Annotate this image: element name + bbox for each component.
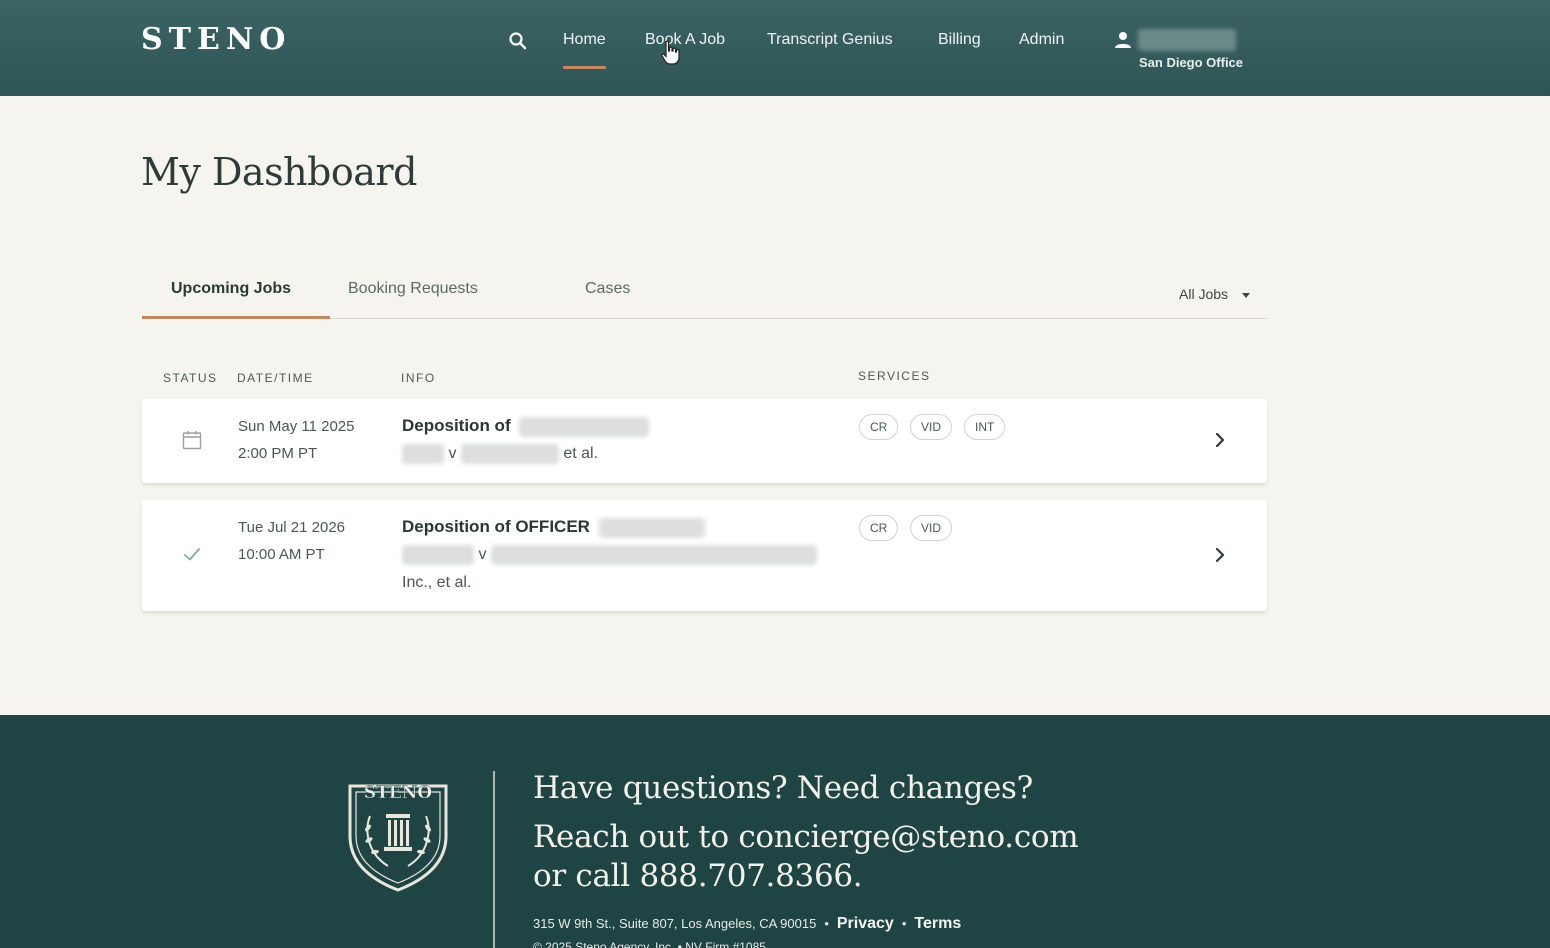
job-time: 2:00 PM PT <box>238 445 318 462</box>
et-al-text: et al. <box>563 445 599 463</box>
tab-upcoming-jobs[interactable]: Upcoming Jobs <box>171 280 291 298</box>
service-badge-cr: CR <box>859 414 899 440</box>
calendar-icon <box>182 431 202 450</box>
job-date: Sun May 11 2025 <box>238 418 355 435</box>
page-title: My Dashboard <box>141 150 417 194</box>
job-row[interactable]: Sun May 11 2025 2:00 PM PT Deposition of… <box>142 399 1267 483</box>
office-name[interactable]: San Diego Office <box>1139 55 1243 70</box>
top-navigation-bar: STENO Home Book A Job Transcript Genius … <box>0 0 1550 96</box>
column-header-status: STATUS <box>163 371 218 385</box>
job-title: Deposition of <box>402 416 650 437</box>
hand-cursor-icon <box>661 40 680 65</box>
chevron-right-icon[interactable] <box>1212 432 1228 448</box>
nav-billing[interactable]: Billing <box>938 31 981 49</box>
active-tab-indicator <box>142 316 330 319</box>
crest-logo-text: STENO <box>364 783 432 803</box>
nav-home[interactable]: Home <box>563 31 606 69</box>
job-case-caption: v et al. <box>402 444 598 464</box>
redacted-defendant <box>490 545 817 565</box>
search-icon[interactable] <box>508 31 528 51</box>
privacy-link[interactable]: Privacy <box>837 915 894 932</box>
footer-address-links: 315 W 9th St., Suite 807, Los Angeles, C… <box>533 915 962 932</box>
footer-contact-phone[interactable]: or call 888.707.8366. <box>533 858 863 894</box>
service-badge-cr: CR <box>859 515 899 541</box>
user-name-redacted[interactable] <box>1138 29 1236 51</box>
footer-address: 315 W 9th St., Suite 807, Los Angeles, C… <box>533 916 817 931</box>
column-header-services: SERVICES <box>858 369 931 383</box>
tab-cases[interactable]: Cases <box>585 280 630 298</box>
user-icon[interactable] <box>1114 31 1132 49</box>
nav-transcript-genius[interactable]: Transcript Genius <box>767 31 893 49</box>
terms-link[interactable]: Terms <box>914 915 961 932</box>
redacted-plaintiff <box>402 545 474 565</box>
footer-contact-email[interactable]: Reach out to concierge@steno.com <box>533 819 1079 855</box>
versus-text: v <box>448 445 457 463</box>
redacted-defendant <box>460 444 559 464</box>
redacted-plaintiff <box>402 444 444 464</box>
footer-copyright: © 2025 Steno Agency, Inc. • NV Firm #108… <box>533 940 766 948</box>
job-row[interactable]: Tue Jul 21 2026 10:00 AM PT Deposition o… <box>142 500 1267 611</box>
nav-book-a-job[interactable]: Book A Job <box>645 31 725 49</box>
service-badge-vid: VID <box>910 414 953 440</box>
job-title-text: Deposition of <box>402 416 511 435</box>
job-title-text: Deposition of OFFICER <box>402 517 590 536</box>
column-header-info: INFO <box>401 371 436 385</box>
job-date: Tue Jul 21 2026 <box>238 519 346 536</box>
footer-headline: Have questions? Need changes? <box>533 770 1033 806</box>
job-title: Deposition of OFFICER <box>402 517 705 538</box>
jobs-filter-dropdown[interactable]: All Jobs <box>1179 286 1251 302</box>
job-case-caption: v <box>402 545 817 565</box>
steno-logo[interactable]: STENO <box>141 22 291 57</box>
caret-down-icon <box>1242 292 1251 298</box>
steno-crest-logo: STENO <box>348 783 448 892</box>
job-case-caption-continued: Inc., et al. <box>402 574 472 591</box>
redacted-name <box>598 517 705 538</box>
footer-divider <box>493 771 495 948</box>
tab-booking-requests[interactable]: Booking Requests <box>348 280 478 298</box>
versus-text: v <box>478 546 487 564</box>
chevron-right-icon[interactable] <box>1212 547 1228 563</box>
service-badge-int: INT <box>964 414 1006 440</box>
redacted-name <box>519 416 650 437</box>
service-badge-vid: VID <box>910 515 953 541</box>
column-header-date-time: DATE/TIME <box>237 371 314 385</box>
dashboard-tabs: Upcoming Jobs Booking Requests Cases <box>142 262 1267 319</box>
nav-admin[interactable]: Admin <box>1019 31 1064 49</box>
check-icon <box>184 548 200 561</box>
job-time: 10:00 AM PT <box>238 546 325 563</box>
jobs-filter-label: All Jobs <box>1179 286 1229 302</box>
